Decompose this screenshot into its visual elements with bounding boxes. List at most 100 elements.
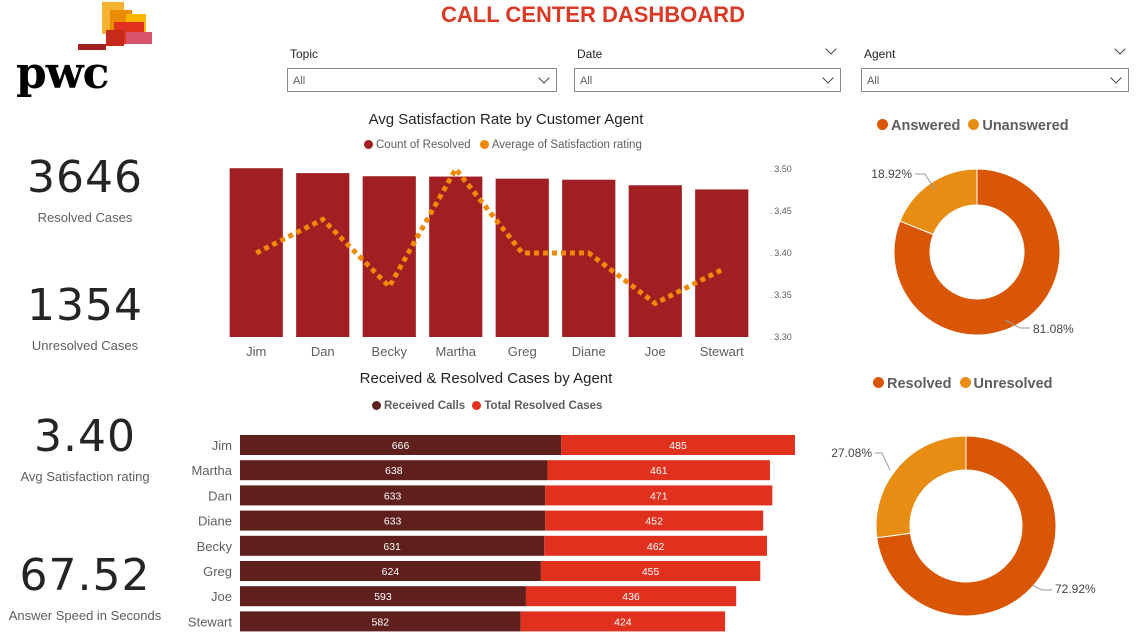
- data-label: 81.08%: [1033, 322, 1074, 336]
- y-axis-tick-label: Becky: [197, 539, 233, 554]
- data-label-received: 631: [383, 541, 401, 553]
- logo-text: pwc: [16, 48, 109, 99]
- topic-filter-dropdown[interactable]: All: [287, 68, 557, 92]
- received-resolved-legend: Received Calls Total Resolved Cases: [372, 400, 602, 412]
- legend-dot: [472, 401, 482, 410]
- kpi-resolved-value: 3646: [27, 152, 143, 203]
- bar-joe: [628, 185, 682, 337]
- data-label: 18.92%: [871, 167, 912, 181]
- chevron-down-icon: [822, 72, 834, 84]
- legend-dot: [479, 140, 489, 149]
- bar-martha: [429, 176, 483, 337]
- y-axis-tick-label: 3.45: [774, 206, 792, 216]
- satisfaction-combo-chart: 3.50..3.45..3.40..3.35..3.30..Jim Dan Beck…: [229, 164, 792, 359]
- agent-filter-dropdown[interactable]: All: [861, 68, 1129, 92]
- satisfaction-chart-legend: Count of Resolved Average of Satisfactio…: [364, 139, 642, 151]
- data-label-resolved: 455: [642, 566, 660, 578]
- legend-label-resolved: Total Resolved Cases: [484, 400, 603, 412]
- chevron-down-icon[interactable]: [825, 43, 837, 55]
- date-filter-dropdown[interactable]: All: [574, 68, 841, 92]
- legend-dot: [959, 377, 971, 388]
- leader-line: [1031, 584, 1052, 591]
- y-axis-tick-label: 3.30: [774, 332, 792, 342]
- y-axis-tick-label: 3.35: [774, 290, 792, 300]
- data-label: 27.08%: [831, 446, 872, 460]
- kpi-unresolved-value: 1354: [27, 280, 143, 331]
- legend-label-unanswered: Unanswered: [982, 118, 1069, 134]
- y-axis-tick-dot: ..: [769, 248, 774, 258]
- topic-filter-value: All: [293, 75, 306, 87]
- leader-line: [875, 452, 891, 471]
- x-axis-tick-label: Becky: [372, 344, 408, 359]
- kpi-satisfaction-value: 3.40: [34, 411, 136, 462]
- bar-dan: [296, 173, 350, 337]
- x-axis-tick-label: Jim: [246, 344, 266, 359]
- agent-filter-value: All: [867, 75, 880, 87]
- data-label-resolved: 452: [645, 516, 663, 528]
- data-label-received: 638: [385, 465, 403, 477]
- data-label-resolved: 471: [650, 490, 668, 502]
- data-label-received: 633: [384, 490, 402, 502]
- kpi-unresolved-label: Unresolved Cases: [31, 338, 139, 353]
- bar-becky: [362, 176, 416, 337]
- page-title: CALL CENTER DASHBOARD: [441, 2, 745, 27]
- chevron-down-icon[interactable]: [1114, 43, 1126, 55]
- answered-donut-chart: 81.08% 18.92%: [871, 167, 1074, 336]
- x-axis-tick-label: Greg: [508, 344, 537, 359]
- received-resolved-bar-chart: Jim 666 485 Martha 638 461 Dan 633 471 Diane 633 45…: [188, 435, 795, 632]
- y-axis-tick-label: Martha: [192, 463, 233, 478]
- y-axis-tick-label: 3.40: [774, 248, 792, 258]
- chevron-down-icon: [1110, 72, 1122, 84]
- received-resolved-chart-title: Received & Resolved Cases by Agent: [359, 370, 613, 387]
- legend-dot: [372, 401, 381, 410]
- legend-dot: [364, 140, 373, 149]
- kpi-resolved-label: Resolved Cases: [37, 210, 133, 225]
- y-axis-tick-dot: ..: [769, 290, 774, 300]
- legend-label-avg-satisfaction: Average of Satisfaction rating: [491, 139, 642, 151]
- x-axis-tick-label: Diane: [572, 344, 606, 359]
- y-axis-tick-dot: ..: [769, 332, 774, 342]
- legend-label-count-resolved: Count of Resolved: [376, 139, 471, 151]
- legend-dot: [968, 119, 980, 130]
- resolved-donut-legend: Resolved Unresolved: [873, 376, 1053, 392]
- y-axis-tick-label: Greg: [203, 564, 232, 579]
- bar-diane: [562, 179, 616, 337]
- legend-label-unresolved-pct: Unresolved: [973, 376, 1053, 392]
- data-label-resolved: 436: [622, 591, 640, 603]
- x-axis-tick-label: Dan: [311, 344, 335, 359]
- data-label-received: 633: [384, 516, 402, 528]
- chevron-down-icon: [538, 72, 550, 84]
- agent-filter-label: Agent: [864, 47, 896, 61]
- kpi-satisfaction-label: Avg Satisfaction rating: [20, 469, 150, 484]
- topic-filter-label: Topic: [290, 47, 319, 61]
- y-axis-tick-label: Jim: [212, 438, 232, 453]
- data-label-received: 582: [372, 616, 390, 628]
- donut-slice-unresolved: [875, 435, 967, 539]
- y-axis-tick-label: Stewart: [188, 614, 232, 629]
- data-label-received: 593: [374, 591, 392, 603]
- x-axis-tick-label: Stewart: [700, 344, 744, 359]
- resolved-donut-chart: 72.92% 27.08%: [831, 435, 1096, 617]
- data-label-received: 666: [392, 440, 410, 452]
- legend-label-answered: Answered: [891, 118, 961, 134]
- date-filter-label: Date: [577, 47, 603, 61]
- data-label-resolved: 424: [614, 616, 632, 628]
- data-label-received: 624: [382, 566, 400, 578]
- bar-stewart: [695, 189, 749, 337]
- data-label-resolved: 461: [650, 465, 668, 477]
- date-filter-value: All: [580, 75, 593, 87]
- y-axis-tick-dot: ..: [769, 206, 774, 216]
- data-label: 72.92%: [1055, 582, 1096, 596]
- y-axis-tick-label: Dan: [208, 488, 232, 503]
- legend-label-received: Received Calls: [384, 400, 466, 412]
- legend-dot: [873, 377, 884, 388]
- y-axis-tick-label: Joe: [211, 589, 232, 604]
- legend-dot: [877, 119, 888, 130]
- data-label-resolved: 485: [669, 440, 687, 452]
- legend-label-resolved-pct: Resolved: [887, 376, 952, 392]
- kpi-answer-speed-value: 67.52: [19, 550, 151, 601]
- y-axis-tick-label: 3.50: [774, 164, 792, 174]
- satisfaction-chart-title: Avg Satisfaction Rate by Customer Agent: [368, 111, 644, 128]
- x-axis-tick-label: Joe: [645, 344, 666, 359]
- kpi-answer-speed-label: Answer Speed in Seconds: [8, 608, 162, 623]
